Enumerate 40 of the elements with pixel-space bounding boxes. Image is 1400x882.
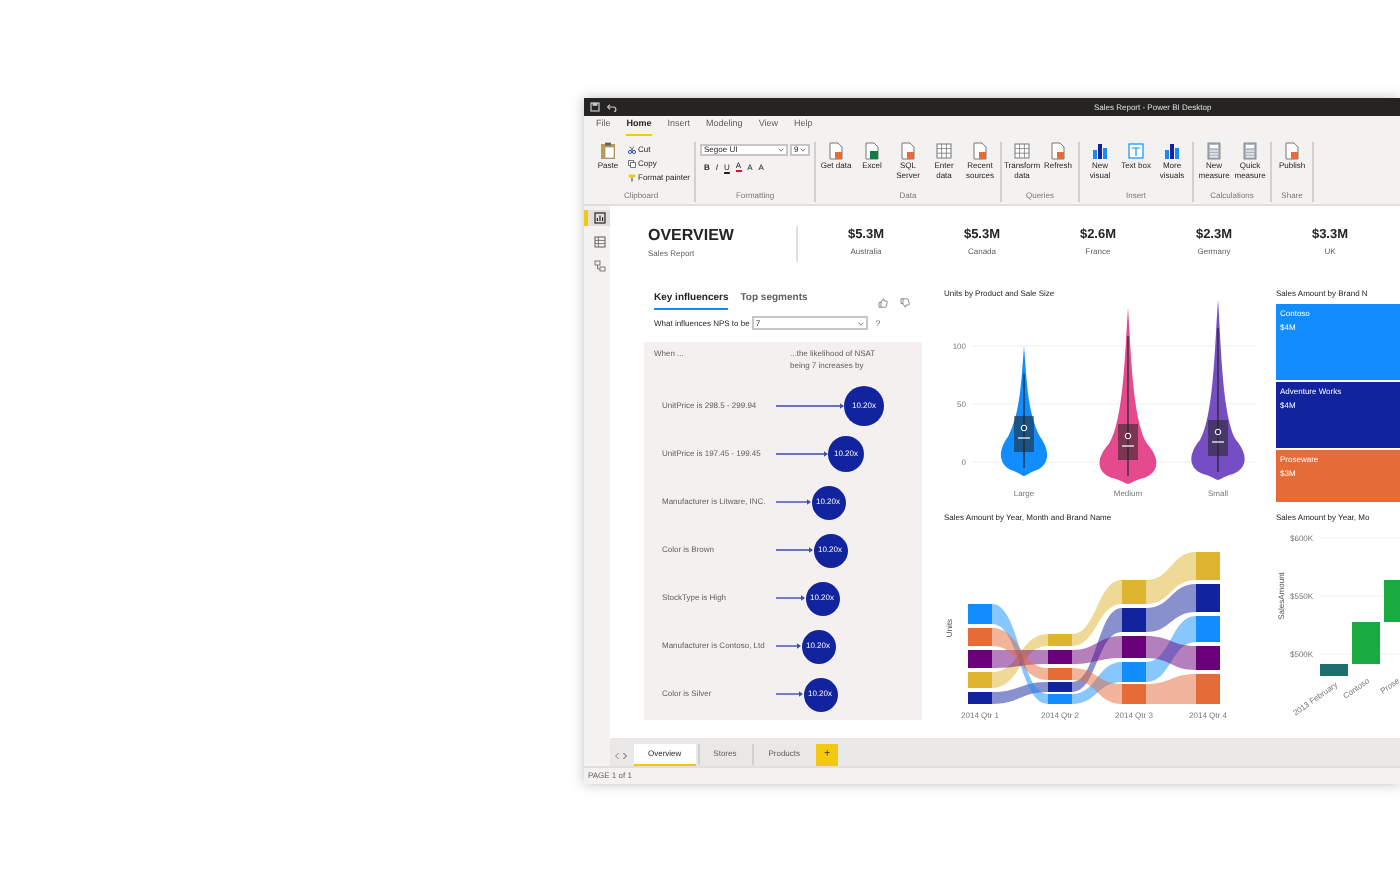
arrow-icon <box>776 498 811 506</box>
document-icon <box>828 142 845 160</box>
thumbs-down-icon <box>900 298 910 308</box>
bar-chart-icon <box>1092 142 1109 160</box>
box-plot-drawing <box>1118 335 1138 477</box>
report-icon <box>594 212 606 224</box>
model-icon <box>594 260 606 272</box>
arrow-icon <box>776 402 844 410</box>
spreadsheet-icon <box>864 142 881 160</box>
arrow-icon <box>776 594 805 602</box>
document-icon <box>972 142 989 160</box>
arrow-icon <box>776 450 828 458</box>
scissors-icon <box>628 146 636 154</box>
box-plot-drawing <box>1014 373 1034 469</box>
copy-icon <box>628 160 636 168</box>
arrow-icon <box>776 690 803 698</box>
bar-chart-icon <box>1164 142 1181 160</box>
table-icon <box>1014 142 1031 160</box>
brush-icon <box>628 174 636 182</box>
document-icon <box>1050 142 1067 160</box>
waterfall-chart-drawing <box>1320 580 1400 676</box>
caret-icon <box>778 148 785 152</box>
nav-item[interactable] <box>584 210 610 226</box>
table-icon <box>594 236 606 248</box>
caret-icon <box>800 148 807 152</box>
chevron-right-icon <box>622 752 628 760</box>
calculator-icon <box>1206 142 1223 160</box>
calculator-icon <box>1242 142 1259 160</box>
save-icon <box>590 102 600 112</box>
table-icon <box>936 142 953 160</box>
document-icon <box>1284 142 1301 160</box>
arrow-icon <box>776 546 813 554</box>
clipboard-icon <box>600 142 616 160</box>
report-title: OVERVIEW <box>648 228 736 244</box>
text-box-icon <box>1128 142 1145 160</box>
document-icon <box>900 142 917 160</box>
undo-icon <box>606 102 618 112</box>
chevron-left-icon <box>614 752 620 760</box>
thumbs-up-icon <box>878 298 888 308</box>
arrow-icon <box>776 642 801 650</box>
